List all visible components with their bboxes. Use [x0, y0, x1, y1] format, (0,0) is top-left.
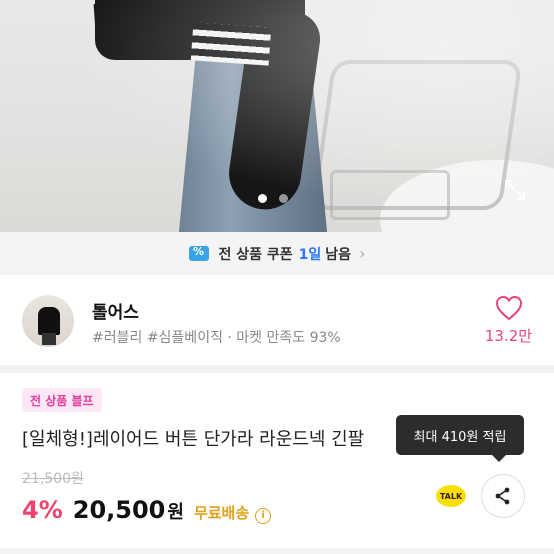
- carousel-indicator: [258, 194, 288, 203]
- heart-icon[interactable]: [495, 295, 523, 321]
- kakao-talk-button[interactable]: TALK: [432, 477, 470, 515]
- store-avatar[interactable]: [22, 295, 74, 347]
- coupon-suffix: 남음: [325, 246, 352, 263]
- expand-icon[interactable]: [503, 178, 527, 202]
- points-tooltip: 최대 410원 적립: [396, 415, 524, 462]
- carousel-dot[interactable]: [279, 194, 288, 203]
- sale-price: 20,500: [72, 496, 166, 524]
- coupon-icon: [188, 245, 209, 261]
- avatar-figure-legs: [42, 333, 56, 345]
- coupon-label: 전 상품 쿠폰: [218, 246, 293, 263]
- section-divider: [0, 365, 554, 373]
- product-image-carousel[interactable]: [0, 0, 554, 232]
- chevron-right-icon: ›: [359, 244, 366, 263]
- carousel-dot-active[interactable]: [258, 194, 267, 203]
- promo-badge: 전 상품 블프: [22, 388, 102, 412]
- discount-rate: 4%: [22, 496, 63, 524]
- avatar-figure: [38, 307, 60, 335]
- store-tags: #러블리 #심플베이직 · 마켓 만족도 93%: [92, 330, 341, 346]
- shipping-label: 무료배송: [193, 504, 250, 522]
- bottom-divider: [0, 548, 554, 554]
- price-row: 4% 20,500 원 무료배송 i: [22, 496, 272, 524]
- likes-count: 13.2만: [484, 327, 533, 345]
- share-icon: [495, 487, 510, 505]
- share-button[interactable]: [481, 474, 525, 518]
- talk-icon: TALK: [436, 485, 466, 507]
- currency-unit: 원: [167, 502, 184, 523]
- store-info[interactable]: 톨어스 #러블리 #심플베이직 · 마켓 만족도 93% 13.2만: [0, 275, 554, 365]
- coupon-remaining-days: 1일: [298, 246, 322, 263]
- store-name[interactable]: 톨어스: [92, 298, 139, 323]
- info-icon[interactable]: i: [255, 507, 272, 524]
- coupon-banner[interactable]: 전 상품 쿠폰 1일 남음 ›: [0, 232, 554, 275]
- product-title: [일체형!]레이어드 버튼 단가라 라운드넥 긴팔: [22, 429, 365, 450]
- original-price: 21,500원: [22, 471, 84, 487]
